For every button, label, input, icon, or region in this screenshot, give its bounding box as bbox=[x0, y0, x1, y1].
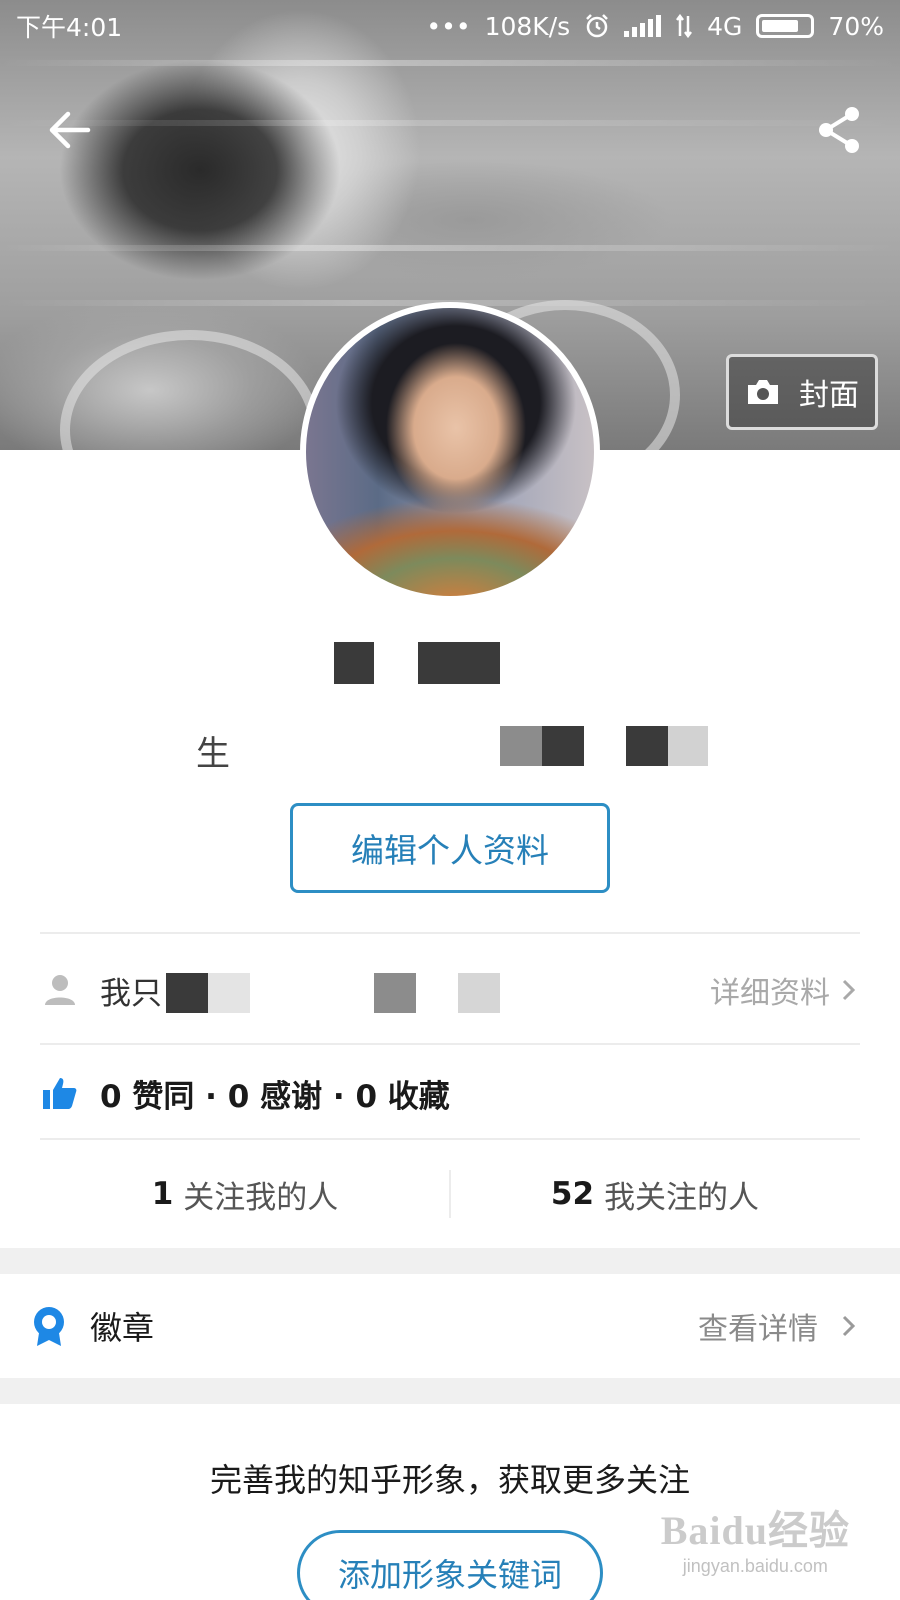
badge-label: 徽章 bbox=[90, 1309, 155, 1347]
back-arrow-icon bbox=[49, 111, 91, 149]
avatar[interactable] bbox=[300, 302, 600, 602]
followers-count: 1 bbox=[151, 1176, 174, 1212]
network-speed: 108K/s bbox=[484, 11, 571, 41]
intro-text: 我只 bbox=[100, 975, 162, 1012]
bio-visible-char: 生 bbox=[196, 734, 230, 774]
bio-redacted-3 bbox=[626, 726, 668, 766]
chevron-right-icon bbox=[842, 1315, 856, 1337]
data-transfer-icon bbox=[676, 14, 693, 38]
status-time: 下午4:01 bbox=[16, 13, 123, 42]
bio-redacted bbox=[500, 726, 542, 766]
stats-row: 0 赞同 · 0 感谢 · 0 收藏 bbox=[40, 1048, 860, 1138]
watermark-sub: jingyan.baidu.com bbox=[682, 1556, 828, 1576]
share-icon bbox=[819, 107, 859, 153]
promo-text: 完善我的知乎形象，获取更多关注 bbox=[209, 1461, 690, 1499]
bio-redacted-4 bbox=[668, 726, 708, 766]
battery-percent: 70% bbox=[828, 11, 884, 41]
battery-icon bbox=[756, 14, 815, 38]
followers-button[interactable]: 1 关注我的人 bbox=[40, 1148, 450, 1240]
stats-text: 0 赞同 · 0 感谢 · 0 收藏 bbox=[100, 1078, 450, 1115]
thumbs-up-icon bbox=[43, 1078, 77, 1109]
intro-row[interactable]: 我只 详细资料 bbox=[40, 945, 860, 1035]
username-redacted bbox=[334, 642, 374, 684]
followers-label: 关注我的人 bbox=[183, 1179, 339, 1216]
bio-redacted-2 bbox=[542, 726, 584, 766]
network-type: 4G bbox=[707, 11, 743, 41]
badge-row[interactable]: 徽章 查看详情 bbox=[0, 1274, 900, 1378]
signal-icon bbox=[624, 15, 662, 37]
person-icon bbox=[45, 975, 75, 1005]
edit-profile-button[interactable]: 编辑个人资料 bbox=[290, 803, 610, 893]
section-gap bbox=[0, 1248, 900, 1274]
divider bbox=[40, 1138, 860, 1140]
change-cover-button[interactable]: 封面 bbox=[726, 354, 878, 430]
badge-detail-link[interactable]: 查看详情 bbox=[698, 1304, 818, 1348]
following-button[interactable]: 52 我关注的人 bbox=[450, 1148, 860, 1240]
intro-redacted-3 bbox=[374, 973, 416, 1013]
share-button[interactable] bbox=[810, 100, 870, 160]
change-cover-label: 封面 bbox=[799, 378, 859, 413]
divider bbox=[40, 932, 860, 934]
divider bbox=[40, 1043, 860, 1045]
chevron-right-icon bbox=[842, 979, 856, 1001]
username-redacted-2 bbox=[418, 642, 500, 684]
follow-row: 1 关注我的人 52 我关注的人 bbox=[40, 1148, 860, 1240]
following-label: 我关注的人 bbox=[604, 1179, 760, 1216]
add-keywords-button[interactable]: 添加形象关键词 bbox=[297, 1530, 603, 1600]
intro-redacted-2 bbox=[208, 973, 250, 1013]
section-gap bbox=[0, 1378, 900, 1404]
badge-icon bbox=[34, 1307, 64, 1346]
following-count: 52 bbox=[550, 1176, 595, 1212]
intro-redacted-4 bbox=[458, 973, 500, 1013]
camera-icon bbox=[748, 380, 778, 404]
detail-link[interactable]: 详细资料 bbox=[710, 968, 830, 1012]
watermark-main: Baidu经验 bbox=[660, 1508, 850, 1553]
more-dots: ••• bbox=[426, 11, 471, 41]
intro-redacted bbox=[166, 973, 208, 1013]
baidu-watermark: Baidu经验 jingyan.baidu.com bbox=[661, 1498, 850, 1577]
back-button[interactable] bbox=[40, 100, 100, 160]
status-bar: 下午4:01 ••• 108K/s 4G 70% bbox=[0, 0, 900, 52]
alarm-icon bbox=[586, 14, 609, 38]
